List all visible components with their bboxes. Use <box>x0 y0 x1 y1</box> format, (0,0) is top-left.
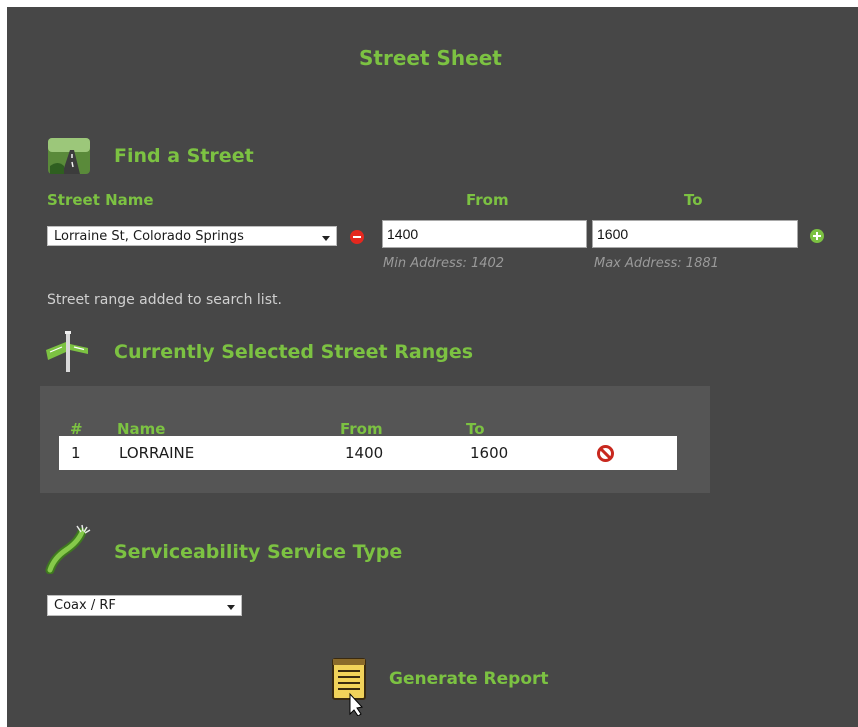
street-sign-icon <box>44 330 92 374</box>
min-address-hint: Min Address: 1402 <box>383 256 505 271</box>
chevron-down-icon <box>322 236 330 241</box>
max-address-hint: Max Address: 1881 <box>594 256 719 271</box>
street-sheet-panel <box>7 7 858 727</box>
row-to: 1600 <box>470 444 509 462</box>
generate-report-button[interactable]: Generate Report <box>389 669 549 689</box>
row-street-name: LORRAINE <box>119 444 195 462</box>
selected-ranges-title: Currently Selected Street Ranges <box>114 341 474 363</box>
report-document-icon[interactable] <box>330 656 370 717</box>
table-row: 1 LORRAINE 1400 1600 <box>59 436 677 470</box>
street-name-select[interactable]: Lorraine St, Colorado Springs <box>47 226 337 246</box>
road-icon <box>46 136 92 176</box>
status-message: Street range added to search list. <box>47 292 282 308</box>
cable-icon <box>44 524 94 575</box>
from-address-input[interactable] <box>382 220 587 248</box>
remove-street-button[interactable] <box>350 230 364 244</box>
page-title: Street Sheet <box>359 46 502 70</box>
service-type-title: Serviceability Service Type <box>114 541 403 563</box>
chevron-down-icon <box>227 605 235 610</box>
service-type-select[interactable]: Coax / RF <box>47 595 242 616</box>
find-street-title: Find a Street <box>114 145 254 167</box>
street-name-select-value: Lorraine St, Colorado Springs <box>54 229 244 244</box>
service-type-select-value: Coax / RF <box>54 598 116 613</box>
street-name-label: Street Name <box>47 191 154 209</box>
delete-range-icon[interactable] <box>597 445 614 462</box>
row-from: 1400 <box>345 444 384 462</box>
row-number: 1 <box>71 444 81 462</box>
add-street-range-button[interactable] <box>810 229 824 243</box>
from-label: From <box>466 191 509 209</box>
to-label: To <box>684 191 703 209</box>
to-address-input[interactable] <box>592 220 798 248</box>
